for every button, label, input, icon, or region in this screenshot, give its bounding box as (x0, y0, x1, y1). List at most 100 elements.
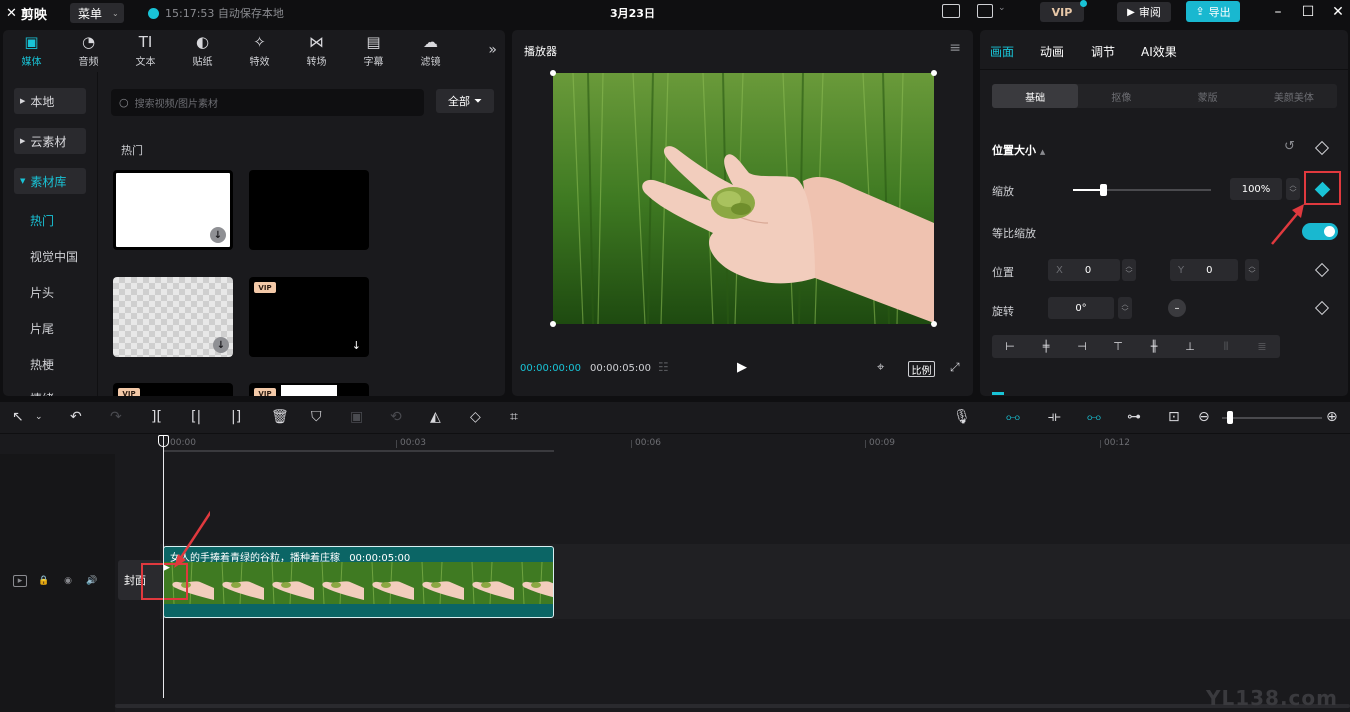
sidebar-item-cloud[interactable]: ▶ 云素材 (14, 128, 86, 154)
rotate-icon[interactable]: ◇ (470, 409, 481, 425)
sidebar-item-library[interactable]: ▼ 素材库 (14, 168, 86, 194)
timecode-grid-icon[interactable]: ☷ (658, 360, 669, 374)
scale-slider-handle[interactable] (1100, 184, 1107, 196)
fit-timeline-icon[interactable]: ⊡ (1168, 409, 1180, 425)
linkage-icon[interactable]: ⧟ (1087, 409, 1101, 425)
align-left-icon[interactable]: ⊢ (992, 340, 1028, 353)
keyboard-icon[interactable] (942, 4, 960, 18)
vip-button[interactable]: VIP (1040, 0, 1087, 22)
position-y-stepper[interactable]: ︿ ﹀ (1245, 259, 1259, 281)
position-x-field[interactable]: X 0 (1048, 259, 1120, 281)
focus-icon[interactable]: ⌖ (877, 360, 884, 375)
preview-canvas[interactable] (553, 73, 934, 324)
trim-left-icon[interactable]: [| (191, 409, 201, 425)
section-keyframe-icon[interactable] (1314, 140, 1330, 156)
auto-snap-icon[interactable]: ⟛ (1048, 409, 1061, 425)
zoom-out-icon[interactable]: ⊖ (1198, 409, 1210, 425)
tab-audio[interactable]: ◔ 音频 (60, 30, 117, 72)
download-icon[interactable]: ↓ (213, 337, 229, 353)
tab-subtitle[interactable]: ▤ 字幕 (345, 30, 402, 72)
main-track-magnet-icon[interactable]: ⧟ (1006, 409, 1020, 425)
align-vcenter-icon[interactable]: ╫ (1136, 340, 1172, 353)
sidebar-sub-hot[interactable]: 热门 (30, 212, 54, 229)
lock-icon[interactable]: 🔒 (37, 575, 51, 587)
undo-icon[interactable]: ↶ (70, 409, 82, 425)
playhead-handle[interactable] (158, 435, 169, 447)
asset-vip-partial[interactable]: VIP (113, 383, 233, 396)
canvas-handle-br[interactable] (931, 321, 937, 327)
eye-icon[interactable]: ◉ (61, 575, 75, 587)
export-button[interactable]: ⇪ 导出 (1186, 1, 1240, 22)
position-y-field[interactable]: Y 0 (1170, 259, 1238, 281)
subtab-beauty[interactable]: 美颜美体 (1251, 84, 1337, 108)
sidebar-sub-meme[interactable]: 热梗 (30, 356, 54, 373)
microphone-icon[interactable]: 🎙 (953, 409, 971, 425)
zoom-in-icon[interactable]: ⊕ (1326, 409, 1338, 425)
tab-transition[interactable]: ⋈ 转场 (288, 30, 345, 72)
crop-icon[interactable]: ⌗ (510, 409, 518, 425)
tab-sticker[interactable]: ◐ 贴纸 (174, 30, 231, 72)
rotate-stepper[interactable]: ︿ ﹀ (1118, 297, 1132, 319)
uniform-scale-toggle[interactable] (1302, 223, 1338, 240)
sidebar-sub-outro[interactable]: 片尾 (30, 320, 54, 337)
align-bottom-icon[interactable]: ⊥ (1172, 340, 1208, 353)
tab-adjust[interactable]: 调节 (1091, 43, 1115, 60)
tab-effects[interactable]: ✧ 特效 (231, 30, 288, 72)
more-tabs-icon[interactable]: » (488, 42, 497, 58)
speaker-icon[interactable]: 🔊 (85, 575, 99, 587)
section-position-size[interactable]: 位置大小 ▲ (992, 142, 1045, 158)
trim-right-icon[interactable]: |] (231, 409, 241, 425)
subtab-basic[interactable]: 基础 (992, 84, 1079, 108)
menu-icon[interactable]: ≡ (949, 40, 961, 56)
menu-button[interactable]: 菜单 ⌄ (70, 3, 124, 23)
close-button[interactable]: ✕ (1328, 2, 1348, 22)
zoom-slider-handle[interactable] (1227, 411, 1233, 424)
delete-icon[interactable]: 🗑 (271, 409, 289, 425)
layout-icon[interactable] (977, 4, 993, 18)
playhead[interactable] (163, 435, 164, 698)
rotate-keyframe-icon[interactable] (1314, 300, 1330, 316)
rotate-dial-icon[interactable]: – (1168, 299, 1186, 317)
tab-animation[interactable]: 动画 (1040, 43, 1064, 60)
play-icon[interactable]: ▶ (737, 360, 747, 375)
asset-transparent[interactable]: ↓ (113, 277, 233, 357)
asset-vip-black[interactable]: VIP ↓ (249, 277, 369, 357)
sidebar-sub-emotion[interactable]: 情绪 (30, 390, 54, 396)
split-icon[interactable]: ][ (151, 409, 162, 425)
video-clip[interactable]: 女人的手捧着青绿的谷粒，播种着庄稼 00:00:05:00 (163, 546, 554, 618)
align-hcenter-icon[interactable]: ╪ (1028, 340, 1064, 353)
asset-white[interactable]: ↓ (113, 170, 233, 250)
align-top-icon[interactable]: ⊤ (1100, 340, 1136, 353)
tab-ai-effects[interactable]: AI效果 (1141, 43, 1177, 60)
tab-media[interactable]: ▣ 媒体 (3, 30, 60, 72)
tab-picture[interactable]: 画面 (990, 43, 1014, 60)
preview-axis-icon[interactable]: ⊶ (1127, 409, 1141, 425)
fullscreen-icon[interactable]: ⤢ (950, 360, 960, 375)
track-cover-icon[interactable]: ▸ (13, 575, 27, 587)
search-field[interactable]: ○ 搜索视频/图片素材 (111, 89, 424, 116)
subtab-cutout[interactable]: 抠像 (1078, 84, 1164, 108)
reset-icon[interactable]: ↺ (1284, 139, 1295, 154)
subtab-mask[interactable]: 蒙版 (1165, 84, 1251, 108)
tab-filter[interactable]: ☁ 滤镜 (402, 30, 459, 72)
sidebar-sub-intro[interactable]: 片头 (30, 284, 54, 301)
layout-chevron-icon[interactable]: ⌄ (998, 3, 1006, 13)
review-button[interactable]: ▶ 审阅 (1117, 2, 1171, 22)
project-title[interactable]: 3月23日 (610, 5, 655, 21)
select-tool-icon[interactable]: ↖ (12, 409, 24, 425)
align-right-icon[interactable]: ⊣ (1064, 340, 1100, 353)
filter-button[interactable]: 全部 ⏷ (436, 89, 494, 113)
tab-text[interactable]: TI 文本 (117, 30, 174, 72)
canvas-handle-tl[interactable] (550, 70, 556, 76)
download-icon[interactable]: ↓ (352, 339, 361, 352)
maximize-button[interactable]: ☐ (1298, 2, 1318, 22)
minimize-button[interactable]: – (1268, 2, 1288, 22)
scale-input[interactable]: 100% (1230, 178, 1282, 200)
time-ruler[interactable]: 00:00 00:03 00:06 00:09 00:12 (115, 434, 1350, 454)
rotate-field[interactable]: 0° (1048, 297, 1114, 319)
position-x-stepper[interactable]: ︿ ﹀ (1122, 259, 1136, 281)
mirror-icon[interactable]: ◭ (430, 409, 441, 425)
canvas-handle-bl[interactable] (550, 321, 556, 327)
sidebar-sub-vcg[interactable]: 视觉中国 (30, 248, 78, 265)
sidebar-item-local[interactable]: ▶ 本地 (14, 88, 86, 114)
